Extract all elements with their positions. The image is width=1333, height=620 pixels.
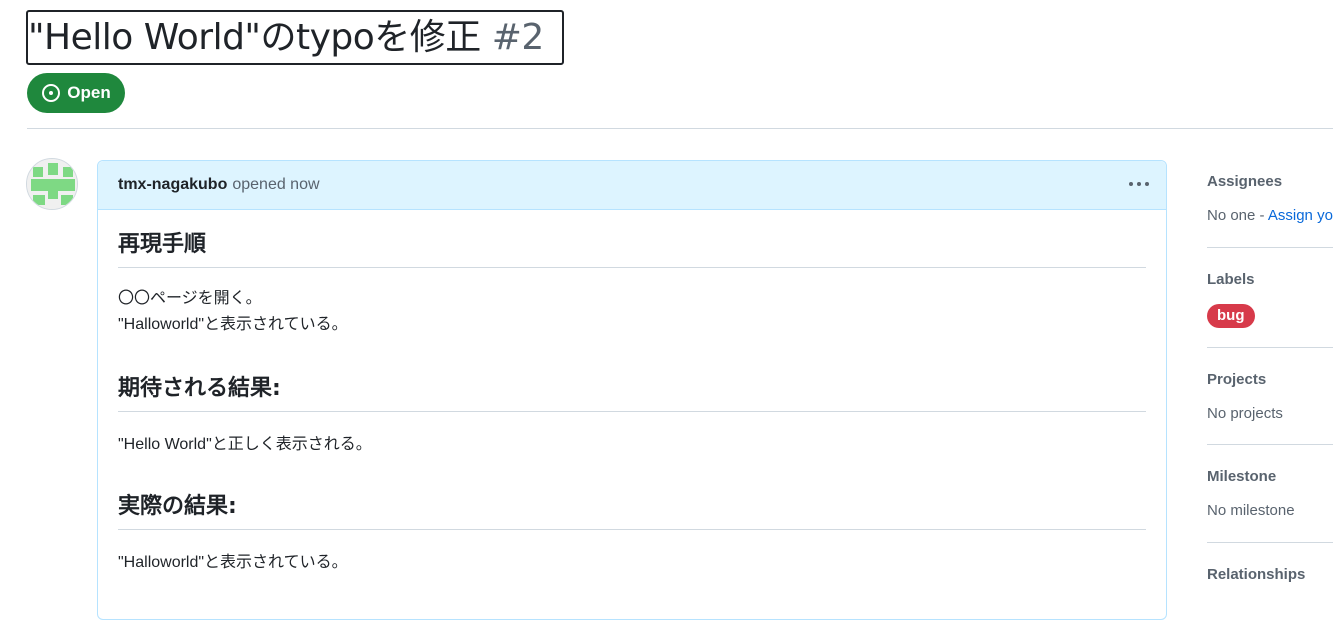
body-paragraph-steps: 〇〇ページを開く。 "Halloworld"と表示されている。: [118, 286, 1146, 338]
issue-opened-icon: [41, 83, 61, 103]
issue-body-comment: tmx-nagakubo opened now 再現手順 〇〇ページを開く。 "…: [97, 160, 1167, 620]
sidebar-labels: Labels bug: [1207, 270, 1333, 328]
avatar[interactable]: [26, 158, 78, 210]
issue-title-text: "Hello World"のtypoを修正: [28, 17, 481, 58]
comment-header: tmx-nagakubo opened now: [98, 161, 1166, 210]
comment-timestamp[interactable]: opened now: [232, 176, 319, 194]
sidebar-projects: Projects No projects: [1207, 370, 1333, 424]
sidebar-divider: [1207, 347, 1333, 348]
body-line: 〇〇ページを開く。: [118, 290, 262, 307]
label-bug[interactable]: bug: [1207, 304, 1255, 328]
body-heading-steps: 再現手順: [118, 231, 1146, 268]
sidebar-relationships: Relationships: [1207, 565, 1333, 585]
kebab-horizontal-icon[interactable]: [1126, 173, 1152, 195]
sidebar-divider: [1207, 542, 1333, 543]
sidebar-divider: [1207, 444, 1333, 445]
relationships-heading[interactable]: Relationships: [1207, 565, 1333, 585]
body-paragraph-actual: "Halloworld"と表示されている。: [118, 550, 1146, 576]
projects-value: No projects: [1207, 405, 1283, 422]
body-section-actual: 実際の結果: "Halloworld"と表示されている。: [118, 493, 1146, 576]
body-section-expected: 期待される結果: "Hello World"と正しく表示される。: [118, 375, 1146, 458]
issue-number: #2: [491, 17, 545, 58]
issue-state-badge: Open: [27, 73, 125, 113]
sidebar-milestone: Milestone No milestone: [1207, 467, 1333, 521]
issue-title[interactable]: "Hello World"のtypoを修正 #2: [28, 14, 544, 62]
body-line: "Hello World"と正しく表示される。: [118, 436, 372, 453]
header-divider: [27, 128, 1333, 129]
assignees-heading[interactable]: Assignees: [1207, 172, 1333, 192]
sidebar-assignees: Assignees No one - Assign yo: [1207, 172, 1333, 226]
body-section-steps: 再現手順 〇〇ページを開く。 "Halloworld"と表示されている。: [118, 231, 1146, 338]
sidebar-divider: [1207, 247, 1333, 248]
issue-state-label: Open: [67, 83, 111, 102]
body-heading-expected: 期待される結果:: [118, 375, 1146, 412]
assignees-none-text: No one -: [1207, 207, 1268, 224]
body-line: "Halloworld"と表示されている。: [118, 554, 348, 571]
assign-yourself-link[interactable]: Assign yo: [1268, 207, 1333, 224]
milestone-value: No milestone: [1207, 502, 1295, 519]
milestone-heading[interactable]: Milestone: [1207, 467, 1333, 487]
projects-heading[interactable]: Projects: [1207, 370, 1333, 390]
body-paragraph-expected: "Hello World"と正しく表示される。: [118, 432, 1146, 458]
body-heading-actual: 実際の結果:: [118, 493, 1146, 530]
body-line: "Halloworld"と表示されている。: [118, 316, 348, 333]
labels-heading[interactable]: Labels: [1207, 270, 1333, 290]
comment-author-link[interactable]: tmx-nagakubo: [118, 176, 227, 194]
assignees-value: No one - Assign yo: [1207, 206, 1333, 226]
